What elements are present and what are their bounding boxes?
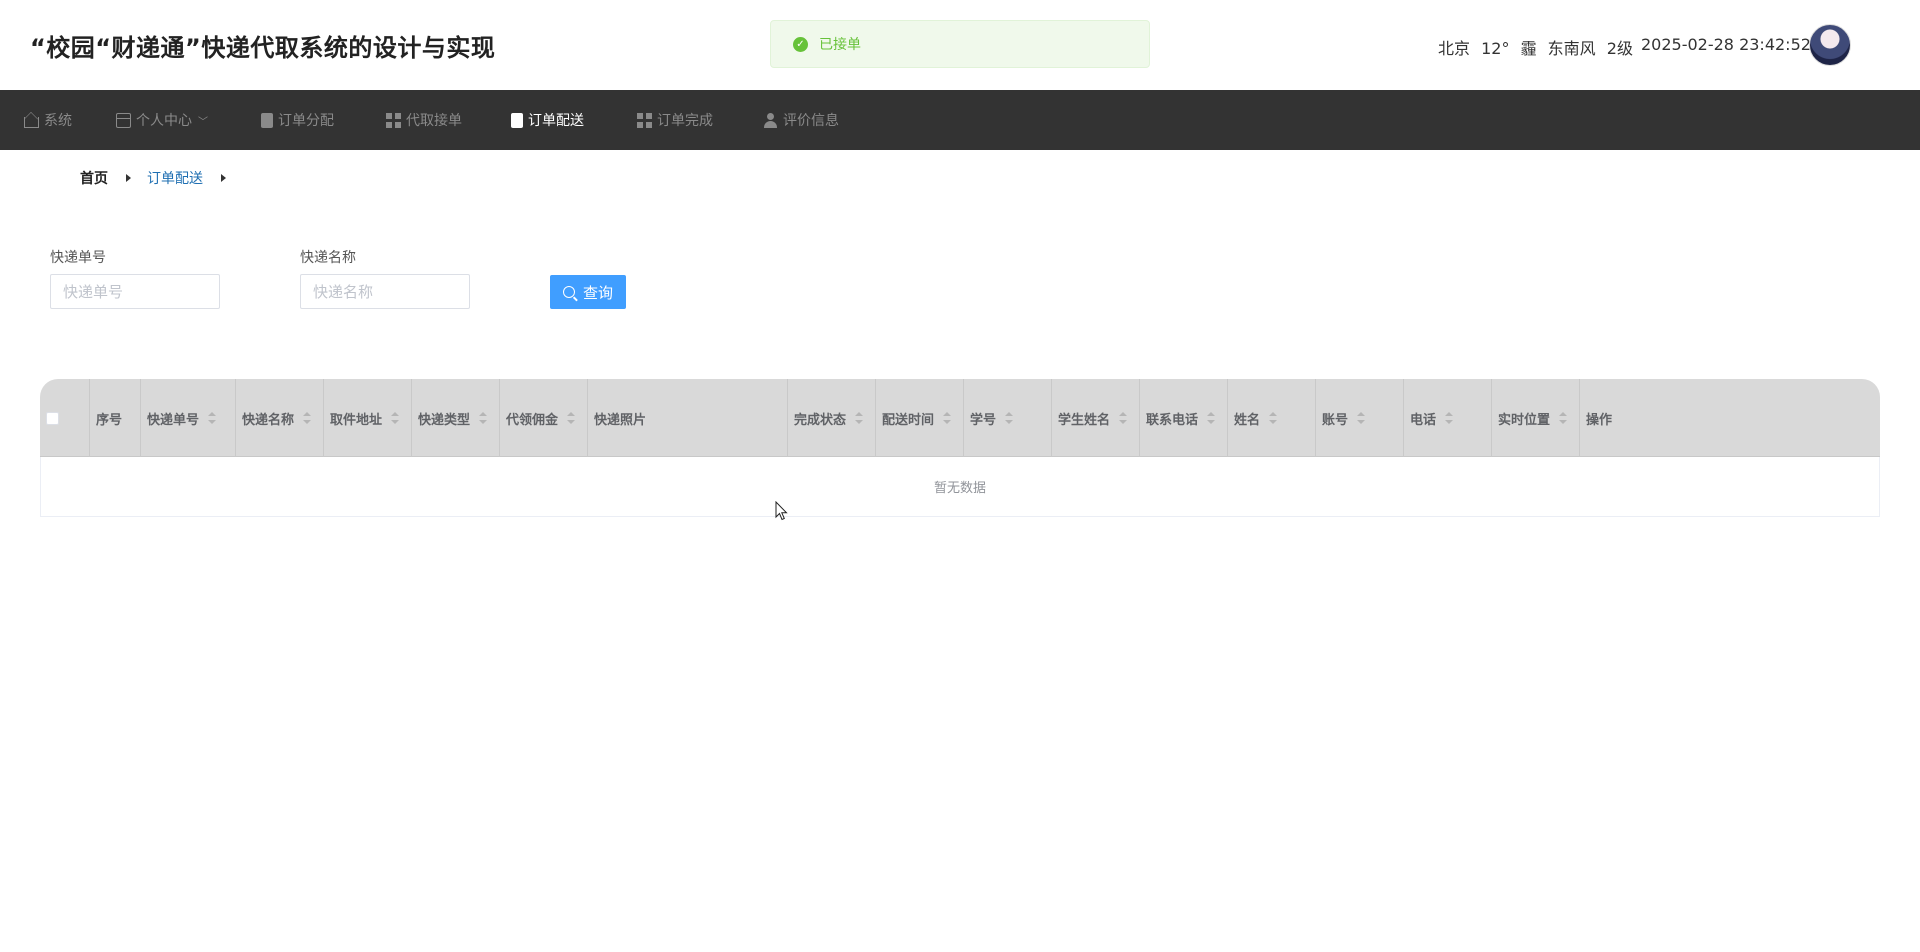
- nav-item-label: 订单完成: [657, 113, 713, 129]
- chevron-right-icon: [126, 174, 131, 182]
- select-all-checkbox[interactable]: [46, 411, 59, 425]
- weather-wind: 东南风: [1547, 39, 1596, 58]
- empty-state-text: 暂无数据: [933, 481, 986, 496]
- nav-item-label: 订单分配: [278, 113, 334, 129]
- column-header[interactable]: 实时位置: [1492, 379, 1580, 457]
- column-header[interactable]: 快递类型: [412, 379, 500, 457]
- column-header[interactable]: 姓名: [1228, 379, 1316, 457]
- column-header[interactable]: 快递单号: [141, 379, 236, 457]
- search-icon: [562, 286, 575, 298]
- search-button-label: 查询: [582, 283, 613, 302]
- app-title: “校园“财递通”快递代取系统的设计与实现: [30, 34, 496, 62]
- success-toast: ✓ 已接单: [770, 20, 1150, 68]
- breadcrumb-current[interactable]: 订单配送: [147, 168, 203, 188]
- success-check-icon: ✓: [793, 36, 808, 52]
- column-header[interactable]: 完成状态: [788, 379, 876, 457]
- orders-table: 序号 快递单号 快递名称 取件地址 快递类型 代领佣金 快递照片 完成状态 配送…: [40, 379, 1880, 517]
- column-header[interactable]: 快递名称: [236, 379, 324, 457]
- nav-item-order-delivery[interactable]: 订单配送: [511, 90, 584, 150]
- chevron-right-icon: [221, 174, 226, 182]
- toast-message: 已接单: [819, 37, 861, 53]
- sort-icon[interactable]: [567, 412, 576, 424]
- column-header[interactable]: 配送时间: [876, 379, 964, 457]
- clipboard-icon: [511, 112, 523, 128]
- sort-icon[interactable]: [479, 412, 488, 424]
- tracking-number-input[interactable]: [50, 274, 220, 309]
- column-header: 序号: [90, 379, 141, 457]
- nav-item-system[interactable]: 系统: [24, 90, 72, 150]
- user-icon: [763, 112, 778, 128]
- nav-item-label: 代取接单: [406, 113, 462, 129]
- column-header[interactable]: 取件地址: [324, 379, 412, 457]
- select-all-cell: [40, 379, 90, 457]
- column-header[interactable]: 代领佣金: [500, 379, 588, 457]
- sort-icon[interactable]: [1357, 412, 1366, 424]
- column-header[interactable]: 学号: [964, 379, 1052, 457]
- tracking-number-label: 快递单号: [50, 250, 106, 266]
- nav-item-label: 个人中心: [136, 113, 192, 129]
- home-icon: [24, 116, 39, 128]
- sort-icon[interactable]: [1005, 412, 1014, 424]
- table-header: 序号 快递单号 快递名称 取件地址 快递类型 代领佣金 快递照片 完成状态 配送…: [40, 379, 1880, 457]
- breadcrumb: 首页 订单配送: [80, 168, 242, 188]
- table-body: 暂无数据: [40, 457, 1880, 517]
- clipboard-icon: [261, 112, 273, 128]
- user-avatar[interactable]: [1809, 24, 1851, 66]
- card-icon: [116, 112, 131, 128]
- column-header[interactable]: 账号: [1316, 379, 1404, 457]
- weather-condition: 霾: [1520, 39, 1537, 58]
- sort-icon[interactable]: [1559, 412, 1568, 424]
- column-header: 操作: [1586, 412, 1613, 428]
- current-datetime: 2025-02-28 23:42:52: [1641, 35, 1811, 54]
- nav-item-order-assign[interactable]: 订单分配: [261, 90, 334, 150]
- sort-icon[interactable]: [303, 412, 312, 424]
- sort-icon[interactable]: [208, 412, 217, 424]
- nav-item-label: 评价信息: [783, 113, 839, 129]
- grid-icon: [386, 112, 401, 128]
- column-header: 快递照片: [588, 379, 788, 457]
- nav-item-label: 订单配送: [528, 113, 584, 129]
- weather-widget: 北京 12° 霾 东南风 2级: [1438, 35, 1639, 59]
- breadcrumb-home[interactable]: 首页: [80, 168, 108, 188]
- sort-icon[interactable]: [1119, 412, 1128, 424]
- grid-icon: [637, 112, 652, 128]
- nav-item-pickup-accept[interactable]: 代取接单: [386, 90, 462, 150]
- weather-city: 北京: [1438, 39, 1471, 58]
- weather-temp: 12°: [1481, 39, 1510, 58]
- sort-icon[interactable]: [1207, 412, 1216, 424]
- sort-icon[interactable]: [391, 412, 400, 424]
- column-header[interactable]: 电话: [1404, 379, 1492, 457]
- nav-item-order-complete[interactable]: 订单完成: [637, 90, 713, 150]
- nav-item-reviews[interactable]: 评价信息: [763, 90, 839, 150]
- sort-icon[interactable]: [1269, 412, 1278, 424]
- express-name-input[interactable]: [300, 274, 470, 309]
- column-header[interactable]: 联系电话: [1140, 379, 1228, 457]
- nav-item-personal-center[interactable]: 个人中心 ﹀: [116, 90, 208, 150]
- sort-icon[interactable]: [855, 412, 864, 424]
- express-name-label: 快递名称: [300, 250, 356, 266]
- weather-wind-level: 2级: [1606, 39, 1633, 58]
- chevron-down-icon: ﹀: [198, 116, 208, 128]
- sort-icon[interactable]: [1445, 412, 1454, 424]
- search-button[interactable]: 查询: [550, 275, 626, 309]
- main-nav: 系统 个人中心 ﹀ 订单分配 代取接单 订单配送 订单完成 评价信息: [0, 90, 1920, 150]
- nav-item-label: 系统: [44, 113, 72, 129]
- sort-icon[interactable]: [943, 412, 952, 424]
- column-header[interactable]: 学生姓名: [1052, 379, 1140, 457]
